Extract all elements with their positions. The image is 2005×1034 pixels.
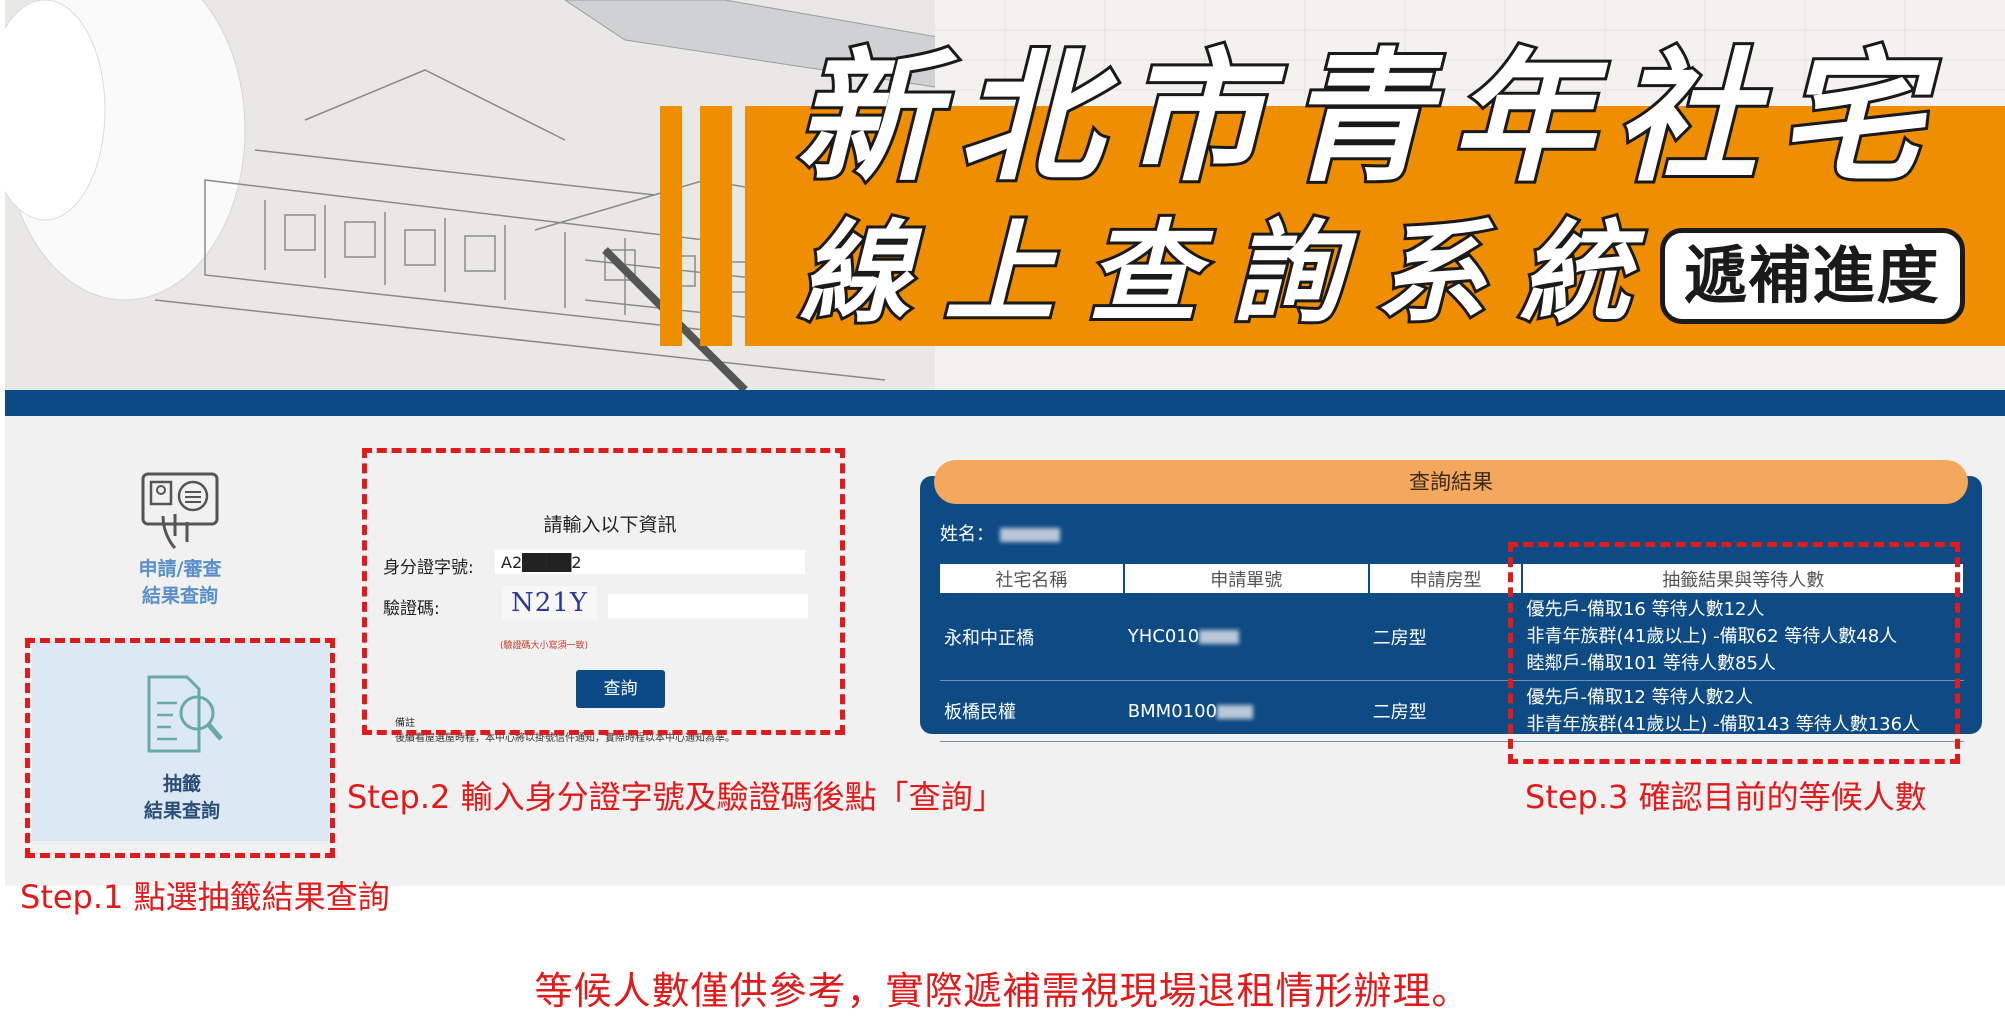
header-divider-bar [5, 390, 2005, 416]
annotation-box-step2 [362, 448, 845, 735]
name-redacted [999, 528, 1060, 542]
sidebar-item-label: 申請/審查 [138, 558, 222, 580]
step2-label: Step.2 輸入身分證字號及驗證碼後點「查詢」 [347, 778, 1005, 816]
result-name: 姓名： [940, 520, 1060, 546]
banner-title-line1: 新北市青年社宅 [792, 36, 1943, 201]
banner-title-line2: 線上查詢系統 [797, 209, 1664, 337]
footer-note: 等候人數僅供參考，實際遞補需視現場退租情形辦理。 [534, 969, 1471, 1013]
col-header: 申請房型 [1368, 564, 1524, 593]
cell-room: 二房型 [1368, 680, 1523, 742]
step1-label: Step.1 點選抽籤結果查詢 [20, 878, 390, 916]
cell-room: 二房型 [1368, 593, 1523, 681]
col-header: 社宅名稱 [940, 564, 1125, 593]
annotation-box-step3 [1508, 542, 1960, 764]
banner-stripe [660, 106, 682, 346]
cell-app-no: YHC010 [1123, 593, 1369, 681]
cell-name: 板橋民權 [940, 680, 1124, 742]
col-header: 申請單號 [1123, 564, 1370, 593]
banner-stripe [700, 106, 732, 346]
banner-badge: 遞補進度 [1660, 228, 1965, 324]
id-card-fingerprint-icon [135, 466, 225, 556]
result-header: 查詢結果 [934, 460, 1968, 504]
step3-label: Step.3 確認目前的等候人數 [1525, 778, 1927, 816]
name-label: 姓名： [940, 524, 994, 545]
sidebar-item-application-result[interactable]: 申請/審查 結果查詢 [100, 466, 260, 610]
header-banner: 新北市青年社宅 線上查詢系統 遞補進度 [5, 0, 2005, 390]
annotation-box-step1 [25, 638, 335, 858]
cell-app-no: BMM0100 [1123, 680, 1369, 742]
sidebar-item-label: 結果查詢 [141, 585, 218, 607]
cell-name: 永和中正橋 [940, 593, 1124, 681]
